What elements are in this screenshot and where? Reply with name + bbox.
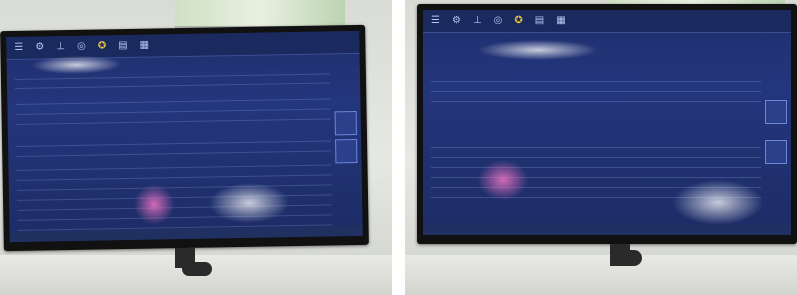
screen-topbar: ☰ ⚙ ⊥ ◎ ✪ ▤ ▦ [423, 10, 791, 33]
status-icon: ✪ [97, 40, 107, 52]
side-button[interactable] [334, 110, 357, 136]
mouse [182, 262, 212, 276]
gauge-icon: ◎ [493, 15, 503, 26]
gauge-icon: ◎ [76, 40, 86, 52]
light-reflection [673, 180, 763, 225]
mouse [620, 250, 642, 266]
vehicle-icon: ⚙ [35, 41, 45, 53]
axle-icon: ⊥ [472, 15, 482, 26]
tv-screen: ☰ ⚙ ⊥ ◎ ✪ ▤ ▦ [6, 30, 363, 243]
photo-right: ☰ ⚙ ⊥ ◎ ✪ ▤ ▦ [405, 0, 797, 295]
taskbar [423, 225, 791, 235]
tv-monitor: ☰ ⚙ ⊥ ◎ ✪ ▤ ▦ [417, 4, 797, 244]
menu-icon: ☰ [14, 41, 24, 53]
shelf [405, 255, 797, 295]
printer-icon: ▤ [118, 39, 128, 52]
status-icon: ✪ [514, 15, 523, 26]
reflection [478, 160, 528, 200]
side-button[interactable] [335, 138, 358, 164]
photo-left: ☰ ⚙ ⊥ ◎ ✪ ▤ ▦ [0, 0, 392, 295]
menu-icon: ☰ [431, 15, 440, 26]
axle-icon: ⊥ [56, 41, 66, 53]
printer-icon: ▤ [534, 15, 545, 26]
side-button[interactable] [765, 140, 787, 164]
tv-monitor: ☰ ⚙ ⊥ ◎ ✪ ▤ ▦ [0, 24, 369, 252]
tv-screen: ☰ ⚙ ⊥ ◎ ✪ ▤ ▦ [423, 10, 791, 235]
grid-icon: ▦ [556, 15, 566, 26]
light-reflection [478, 40, 598, 60]
side-button[interactable] [765, 100, 787, 124]
screen-topbar: ☰ ⚙ ⊥ ◎ ✪ ▤ ▦ [6, 30, 360, 61]
vehicle-icon: ⚙ [451, 15, 461, 26]
grid-icon: ▦ [139, 39, 150, 51]
